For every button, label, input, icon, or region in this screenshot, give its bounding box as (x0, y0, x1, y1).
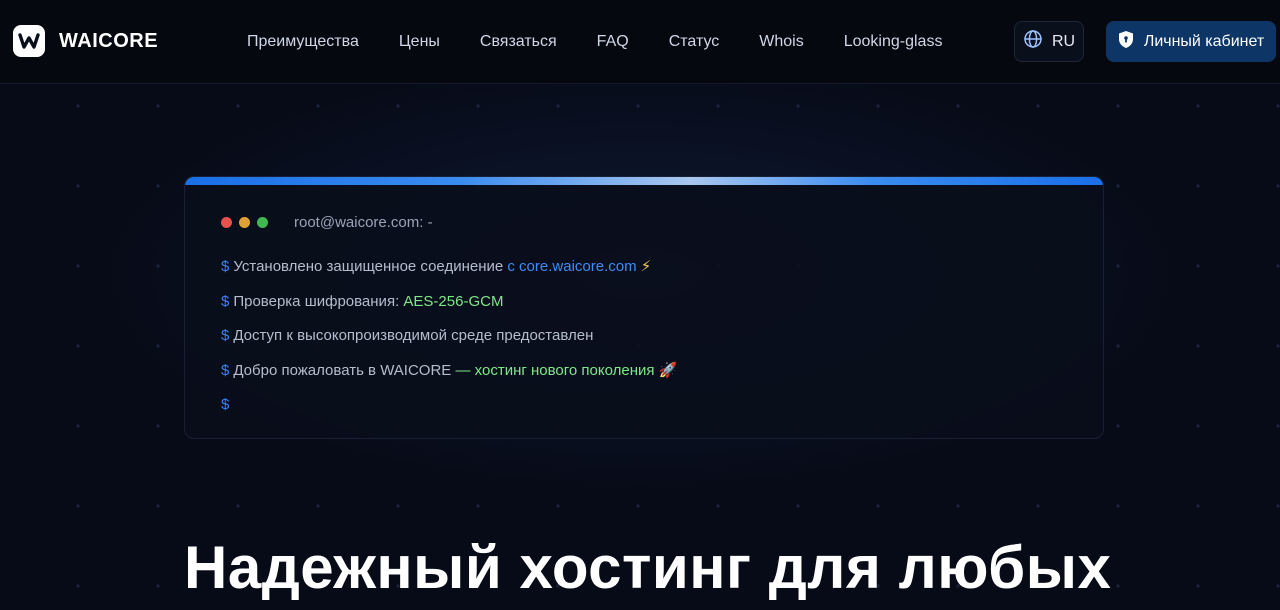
terminal-line: $ Проверка шифрования: AES-256-GCM (221, 292, 677, 327)
nav-item-status[interactable]: Статус (649, 31, 740, 53)
minimize-dot-icon (239, 216, 250, 228)
terminal-prompt: $ (221, 258, 230, 275)
terminal-prompt: $ (221, 292, 230, 310)
waicore-logo-icon (13, 25, 45, 57)
terminal-output: $ Установлено защищенное соединение с cor… (221, 257, 677, 430)
nav-item-whois[interactable]: Whois (739, 31, 823, 53)
terminal-header: root@waicore.com: - (221, 213, 433, 231)
terminal-prompt: $ (221, 361, 230, 379)
terminal-line-highlight: AES-256-GCM (403, 292, 504, 310)
personal-cabinet-button[interactable]: Личный кабинет (1106, 21, 1276, 62)
nav-item-looking-glass[interactable]: Looking-glass (824, 31, 963, 53)
nav-item-faq[interactable]: FAQ (577, 31, 649, 53)
language-switcher[interactable]: RU (1014, 21, 1084, 62)
logo[interactable]: WAICORE (13, 25, 158, 57)
terminal-line-text: Добро пожаловать в WAICORE (233, 361, 452, 379)
terminal-line: $ Установлено защищенное соединение с cor… (221, 257, 677, 292)
language-label: RU (1051, 32, 1076, 50)
terminal-prompt: $ (221, 327, 230, 344)
terminal-line-text: Проверка шифрования: (233, 292, 400, 310)
close-dot-icon (221, 216, 232, 228)
terminal-line: $ Доступ к высокопроизводимой среде предо… (221, 326, 677, 361)
nav-item-prices[interactable]: Цены (379, 31, 460, 53)
hero-headline: Надежный хостинг для любых (184, 534, 1112, 601)
terminal-window: root@waicore.com: - $ Установлено защищен… (184, 176, 1104, 439)
main-nav: Преимущества Цены Связаться FAQ Статус W… (227, 31, 962, 53)
maximize-dot-icon (257, 216, 268, 228)
personal-cabinet-label: Личный кабинет (1143, 32, 1265, 50)
logo-text: WAICORE (59, 29, 159, 52)
nav-item-contact[interactable]: Связаться (460, 31, 577, 53)
terminal-line-text: Доступ к высокопроизводимой среде предос… (233, 327, 594, 344)
terminal-line: $ Добро пожаловать в WAICORE — хостинг но… (221, 361, 677, 396)
globe-icon (1023, 29, 1043, 54)
terminal-title: root@waicore.com: - (294, 213, 433, 231)
site-header: WAICORE Преимущества Цены Связаться FAQ … (0, 0, 1280, 84)
terminal-line-highlight: с core.waicore.com (507, 258, 637, 275)
terminal-prompt: $ (221, 396, 230, 413)
rocket-icon: 🚀 (658, 361, 678, 379)
terminal-line: $ (221, 395, 677, 430)
terminal-line-text: Установлено защищенное соединение (233, 258, 504, 275)
shield-icon (1118, 30, 1134, 54)
nav-item-advantages[interactable]: Преимущества (227, 31, 379, 53)
lightning-icon: ⚡ (640, 258, 652, 275)
terminal-line-highlight: — хостинг нового поколения (455, 361, 655, 379)
terminal-accent-bar (185, 177, 1103, 185)
